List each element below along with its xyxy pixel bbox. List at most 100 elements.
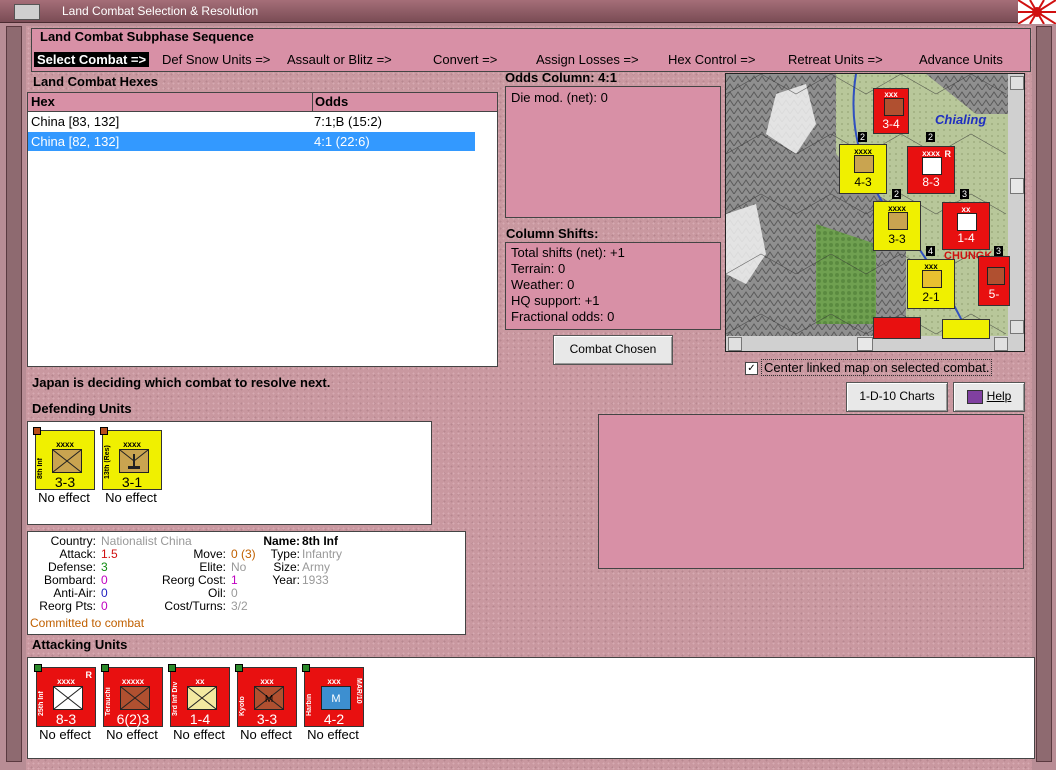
attacking-unit-effect: No effect xyxy=(240,727,292,742)
map-scroll-right-button[interactable] xyxy=(994,337,1008,351)
map-counter[interactable]: xx 1-4 xyxy=(942,202,990,250)
attacking-unit-counter[interactable]: xxx Harbin M MAR/10 4-2 xyxy=(302,664,364,727)
garrison-icon xyxy=(119,449,149,473)
column-hex[interactable]: Hex xyxy=(31,93,55,111)
odds-cell: 4:1 (22:6) xyxy=(314,134,370,149)
infantry-icon xyxy=(53,686,83,710)
center-map-label[interactable]: Center linked map on selected combat. xyxy=(761,359,993,376)
phase-retreat-units[interactable]: Retreat Units => xyxy=(788,52,883,67)
map-counter[interactable]: xxx 3-4 xyxy=(873,88,909,134)
map-place-chialing: Chialing xyxy=(935,112,987,127)
stack-count: 2 xyxy=(858,132,868,142)
window-title: Land Combat Selection & Resolution xyxy=(62,4,259,18)
phase-advance-units[interactable]: Advance Units xyxy=(919,52,1003,67)
detail-reorg-pts-label: Reorg Pts: xyxy=(39,599,96,613)
combat-chosen-button[interactable]: Combat Chosen xyxy=(553,335,673,365)
shift-hq-support: HQ support: +1 xyxy=(511,293,600,308)
mountain-infantry-icon: M xyxy=(254,686,284,710)
stack-count: 4 xyxy=(926,246,936,256)
phase-convert[interactable]: Convert => xyxy=(433,52,497,67)
map-horizontal-scroll-thumb[interactable] xyxy=(857,337,873,351)
phase-hex-control[interactable]: Hex Control => xyxy=(668,52,755,67)
center-map-checkbox[interactable]: ✓ xyxy=(745,362,758,375)
linked-map[interactable]: Chialing CHUNGK xxx 3-4 xxxx 4-3 xxxx R … xyxy=(725,73,1025,352)
unit-details-panel: Country: Attack: Defense: Bombard: Anti-… xyxy=(27,531,466,635)
phase-assign-losses[interactable]: Assign Losses => xyxy=(536,52,639,67)
unit-marker xyxy=(33,427,41,435)
stack-count: 2 xyxy=(926,132,936,142)
unit-marker xyxy=(168,664,176,672)
attacking-unit-counter[interactable]: xxxx R 25th Inf 8-3 xyxy=(34,664,96,727)
hex-row[interactable]: China [83, 132] 7:1;B (15:2) xyxy=(28,112,475,131)
hex-row-selected[interactable]: China [82, 132] 4:1 (22:6) xyxy=(28,132,475,151)
odds-panel: Die mod. (net): 0 xyxy=(505,86,721,218)
phase-def-snow-units[interactable]: Def Snow Units => xyxy=(162,52,270,67)
attacking-unit-counter[interactable]: xxxxx Terauchi 6(2)3 xyxy=(101,664,163,727)
map-counter[interactable]: 5- xyxy=(978,256,1010,306)
committed-to-combat: Committed to combat xyxy=(30,616,145,630)
defending-units-label: Defending Units xyxy=(32,401,132,416)
attacking-units-panel: xxxx R 25th Inf 8-3 No effect xxxxx Tera… xyxy=(27,657,1035,759)
map-scroll-down-button[interactable] xyxy=(1010,320,1024,334)
hex-cell: China [82, 132] xyxy=(31,134,120,149)
rising-sun-flag-icon xyxy=(1018,0,1056,24)
defending-unit-effect: No effect xyxy=(38,490,90,505)
stack-count: 3 xyxy=(960,189,970,199)
map-counter[interactable] xyxy=(942,319,990,339)
phase-assault-or-blitz[interactable]: Assault or Blitz => xyxy=(287,52,392,67)
map-vertical-scroll-thumb[interactable] xyxy=(1010,178,1024,194)
map-scroll-left-button[interactable] xyxy=(728,337,742,351)
map-counter[interactable]: xxx 2-1 xyxy=(907,259,955,309)
shift-fractional-odds: Fractional odds: 0 xyxy=(511,309,615,324)
attacking-unit-effect: No effect xyxy=(173,727,225,742)
charts-button[interactable]: 1-D-10 Charts xyxy=(846,382,948,412)
help-button[interactable]: Help xyxy=(953,382,1025,412)
column-odds[interactable]: Odds xyxy=(312,93,348,111)
column-shifts-label: Column Shifts: xyxy=(506,226,599,241)
attacking-unit-effect: No effect xyxy=(307,727,359,742)
subphase-sequence: Land Combat Subphase Sequence Select Com… xyxy=(31,28,1031,72)
infantry-icon xyxy=(52,449,82,473)
detail-year-value: 1933 xyxy=(302,573,329,587)
attacking-unit-counter[interactable]: xx 3rd Inf Div 1-4 xyxy=(168,664,230,727)
defending-units-panel: xxxx 8th Inf 3-3 No effect xxxx 13th (Re… xyxy=(27,421,432,525)
unit-marker xyxy=(235,664,243,672)
stack-count: 3 xyxy=(994,246,1004,256)
detail-year-label: Year: xyxy=(272,573,300,587)
shift-weather: Weather: 0 xyxy=(511,277,575,292)
infantry-icon xyxy=(187,686,217,710)
shift-total: Total shifts (net): +1 xyxy=(511,245,625,260)
unit-marker xyxy=(34,664,42,672)
odds-cell: 7:1;B (15:2) xyxy=(314,114,382,129)
system-menu-button[interactable] xyxy=(14,4,40,20)
die-mod: Die mod. (net): 0 xyxy=(511,90,608,105)
defending-unit-counter[interactable]: xxxx 13th (Res) 3-1 xyxy=(100,427,162,490)
combat-results-panel xyxy=(598,414,1024,569)
column-shifts-panel: Total shifts (net): +1 Terrain: 0 Weathe… xyxy=(505,242,721,330)
phase-select-combat[interactable]: Select Combat => xyxy=(34,52,150,67)
map-counter[interactable] xyxy=(873,317,921,339)
hq-icon xyxy=(120,686,150,710)
map-counter[interactable]: xxxx R 8-3 xyxy=(907,146,955,194)
map-counter-selected[interactable]: xxxx 3-3 xyxy=(873,201,921,251)
help-label: Help xyxy=(986,389,1012,403)
defending-unit-effect: No effect xyxy=(105,490,157,505)
map-counter[interactable]: xxxx 4-3 xyxy=(839,144,887,194)
detail-cost-turns-value: 3/2 xyxy=(231,599,248,613)
subphase-label: Land Combat Subphase Sequence xyxy=(40,29,254,44)
svg-text:M: M xyxy=(265,694,273,705)
unit-marker xyxy=(100,427,108,435)
unit-side-label: MAR/10 xyxy=(355,678,362,704)
help-book-icon xyxy=(966,389,983,404)
svg-text:M: M xyxy=(331,693,340,705)
hex-list[interactable]: Hex Odds China [83, 132] 7:1;B (15:2) Ch… xyxy=(27,92,498,367)
map-scroll-up-button[interactable] xyxy=(1010,76,1024,90)
attacking-units-label: Attacking Units xyxy=(32,637,128,652)
attacking-unit-counter[interactable]: xxx Kyoto M 3-3 xyxy=(235,664,297,727)
odds-column-label: Odds Column: 4:1 xyxy=(505,70,617,85)
hex-list-header: Hex Odds xyxy=(28,93,497,112)
attacking-unit-effect: No effect xyxy=(39,727,91,742)
left-frame-bar xyxy=(6,26,22,762)
marine-icon: M xyxy=(321,686,351,710)
defending-unit-counter[interactable]: xxxx 8th Inf 3-3 xyxy=(33,427,95,490)
